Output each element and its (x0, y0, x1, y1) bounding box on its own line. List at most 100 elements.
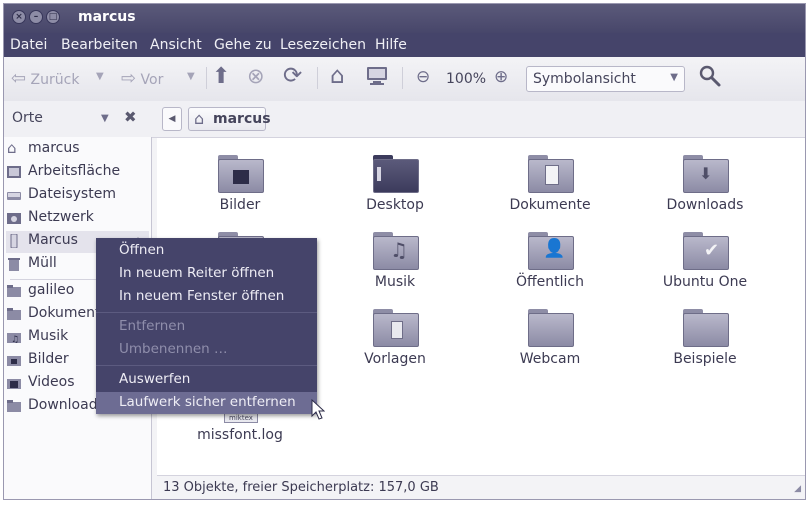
menu-separator (96, 365, 317, 366)
home-icon: ⌂ (194, 109, 205, 128)
breadcrumb-left-button[interactable]: ◀ (162, 107, 182, 131)
back-button[interactable]: ⇦ Zurück (11, 68, 79, 89)
zoom-out-icon[interactable]: ⊖ (416, 67, 430, 87)
file-item-label: Beispiele (673, 351, 737, 367)
sidebar-item-label: Musik (28, 328, 69, 344)
documents-folder-icon (528, 155, 574, 195)
status-bar: 13 Objekte, freier Speicherplatz: 157,0 … (157, 475, 805, 499)
downloads-folder-icon: ⬇ (683, 155, 729, 195)
resize-grip-icon[interactable]: ◢ (794, 484, 801, 494)
up-arrow-icon[interactable]: ⬆ (212, 64, 230, 89)
music-folder-icon: ♫ (7, 333, 21, 344)
trash-icon (8, 258, 20, 271)
file-item-vorlagen[interactable]: Vorlagen (335, 309, 455, 373)
search-icon[interactable] (698, 64, 722, 92)
file-item-webcam[interactable]: Webcam (490, 309, 610, 373)
menu-item-open-new-tab[interactable]: In neuem Reiter öffnen (119, 265, 274, 281)
menu-item-rename[interactable]: Umbenennen … (119, 341, 228, 357)
zoom-level: 100% (446, 71, 487, 87)
folder-icon (528, 309, 574, 349)
minimize-window-button[interactable]: – (29, 10, 43, 24)
menu-datei[interactable]: Datei (10, 37, 47, 53)
menu-gehe-zu[interactable]: Gehe zu (214, 37, 272, 53)
home-icon: ⌂ (7, 139, 17, 157)
sidebar-item-label: galileo (28, 282, 75, 298)
sidebar-item-marcus[interactable]: ⌂ marcus (6, 139, 149, 161)
context-menu: Öffnen In neuem Reiter öffnen In neuem F… (96, 238, 317, 414)
desktop-icon (7, 166, 21, 178)
places-selector-label[interactable]: Orte (12, 110, 43, 126)
sidebar-item-label: Müll (28, 255, 57, 271)
file-item-desktop[interactable]: Desktop (335, 155, 455, 219)
breadcrumb-marcus[interactable]: ⌂ marcus (188, 107, 271, 131)
file-item-bilder[interactable]: Bilder (180, 155, 300, 219)
ubuntu-one-folder-icon: ✔ (683, 232, 729, 272)
forward-button[interactable]: ⇨ Vor (121, 68, 163, 89)
menu-item-eject[interactable]: Auswerfen (119, 371, 190, 387)
folder-icon (683, 309, 729, 349)
menu-bearbeiten[interactable]: Bearbeiten (61, 37, 138, 53)
view-mode-select[interactable]: Symbolansicht ▼ (526, 66, 685, 92)
forward-history-dropdown[interactable]: ▼ (187, 71, 195, 82)
toolbar-separator (206, 67, 207, 89)
toolbar-separator (317, 67, 318, 89)
menu-item-safely-remove[interactable]: Laufwerk sicher entfernen (119, 394, 296, 410)
forward-label: Vor (140, 72, 164, 88)
stop-icon[interactable]: ⊗ (247, 64, 265, 88)
file-item-dokumente[interactable]: Dokumente (490, 155, 610, 219)
sidebar-item-desktop[interactable]: Arbeitsfläche (6, 162, 149, 184)
maximize-window-button[interactable]: □ (46, 10, 60, 24)
arrow-right-icon: ⇨ (121, 68, 137, 89)
desktop-folder-icon (373, 155, 419, 195)
folder-icon (7, 285, 21, 297)
menu-hilfe[interactable]: Hilfe (375, 37, 407, 53)
network-icon (7, 213, 21, 224)
computer-icon[interactable] (366, 66, 388, 90)
reload-icon[interactable]: ⟳ (283, 63, 302, 89)
close-window-button[interactable]: × (12, 10, 26, 24)
home-icon[interactable]: ⌂ (330, 63, 345, 89)
pictures-folder-icon (7, 356, 21, 366)
sidebar-item-label: Arbeitsfläche (28, 163, 121, 179)
mouse-cursor-icon (311, 399, 325, 420)
svg-text:♫: ♫ (11, 335, 19, 344)
chevron-down-icon[interactable]: ▼ (101, 113, 109, 124)
file-item-ubuntu-one[interactable]: ✔ Ubuntu One (645, 232, 765, 296)
templates-folder-icon (373, 309, 419, 349)
menu-item-open-new-window[interactable]: In neuem Fenster öffnen (119, 288, 284, 304)
file-item-label: missfont.log (197, 427, 283, 443)
sidebar-item-label: Downloads (28, 397, 105, 413)
folder-icon (7, 308, 21, 320)
usb-drive-icon (10, 234, 18, 248)
file-item-label: Öffentlich (516, 274, 584, 290)
close-sidebar-icon[interactable]: ✖ (124, 108, 137, 126)
file-item-musik[interactable]: ♫ Musik (335, 232, 455, 296)
chevron-down-icon: ▼ (670, 72, 678, 83)
sidebar-item-label: Videos (28, 374, 75, 390)
arrow-left-icon: ⇦ (11, 68, 27, 89)
sidebar-item-filesystem[interactable]: Dateisystem (6, 185, 149, 207)
window-title: marcus (78, 9, 136, 25)
zoom-in-icon[interactable]: ⊕ (494, 67, 508, 87)
text-file-icon: miktex (224, 413, 258, 423)
file-item-label: Desktop (366, 197, 424, 213)
back-history-dropdown[interactable]: ▼ (96, 71, 104, 82)
file-item-label: Webcam (519, 351, 581, 367)
menu-bar: Datei Bearbeiten Ansicht Gehe zu Lesezei… (4, 33, 805, 57)
menu-ansicht[interactable]: Ansicht (150, 37, 202, 53)
menu-item-open[interactable]: Öffnen (119, 242, 164, 258)
status-text: 13 Objekte, freier Speicherplatz: 157,0 … (163, 480, 439, 495)
file-item-label: Vorlagen (364, 351, 426, 367)
file-item-downloads[interactable]: ⬇ Downloads (645, 155, 765, 219)
breadcrumb-label: marcus (213, 111, 271, 127)
toolbar-separator (402, 67, 403, 89)
sidebar-item-label: marcus (28, 140, 80, 156)
menu-item-remove[interactable]: Entfernen (119, 318, 185, 334)
file-item-beispiele[interactable]: Beispiele (645, 309, 765, 373)
menu-lesezeichen[interactable]: Lesezeichen (280, 37, 366, 53)
menu-separator (96, 312, 317, 313)
sidebar-item-label: Netzwerk (28, 209, 94, 225)
harddisk-icon (7, 192, 21, 200)
sidebar-item-network[interactable]: Netzwerk (6, 208, 149, 230)
file-item-oeffentlich[interactable]: 👤 Öffentlich (490, 232, 610, 296)
